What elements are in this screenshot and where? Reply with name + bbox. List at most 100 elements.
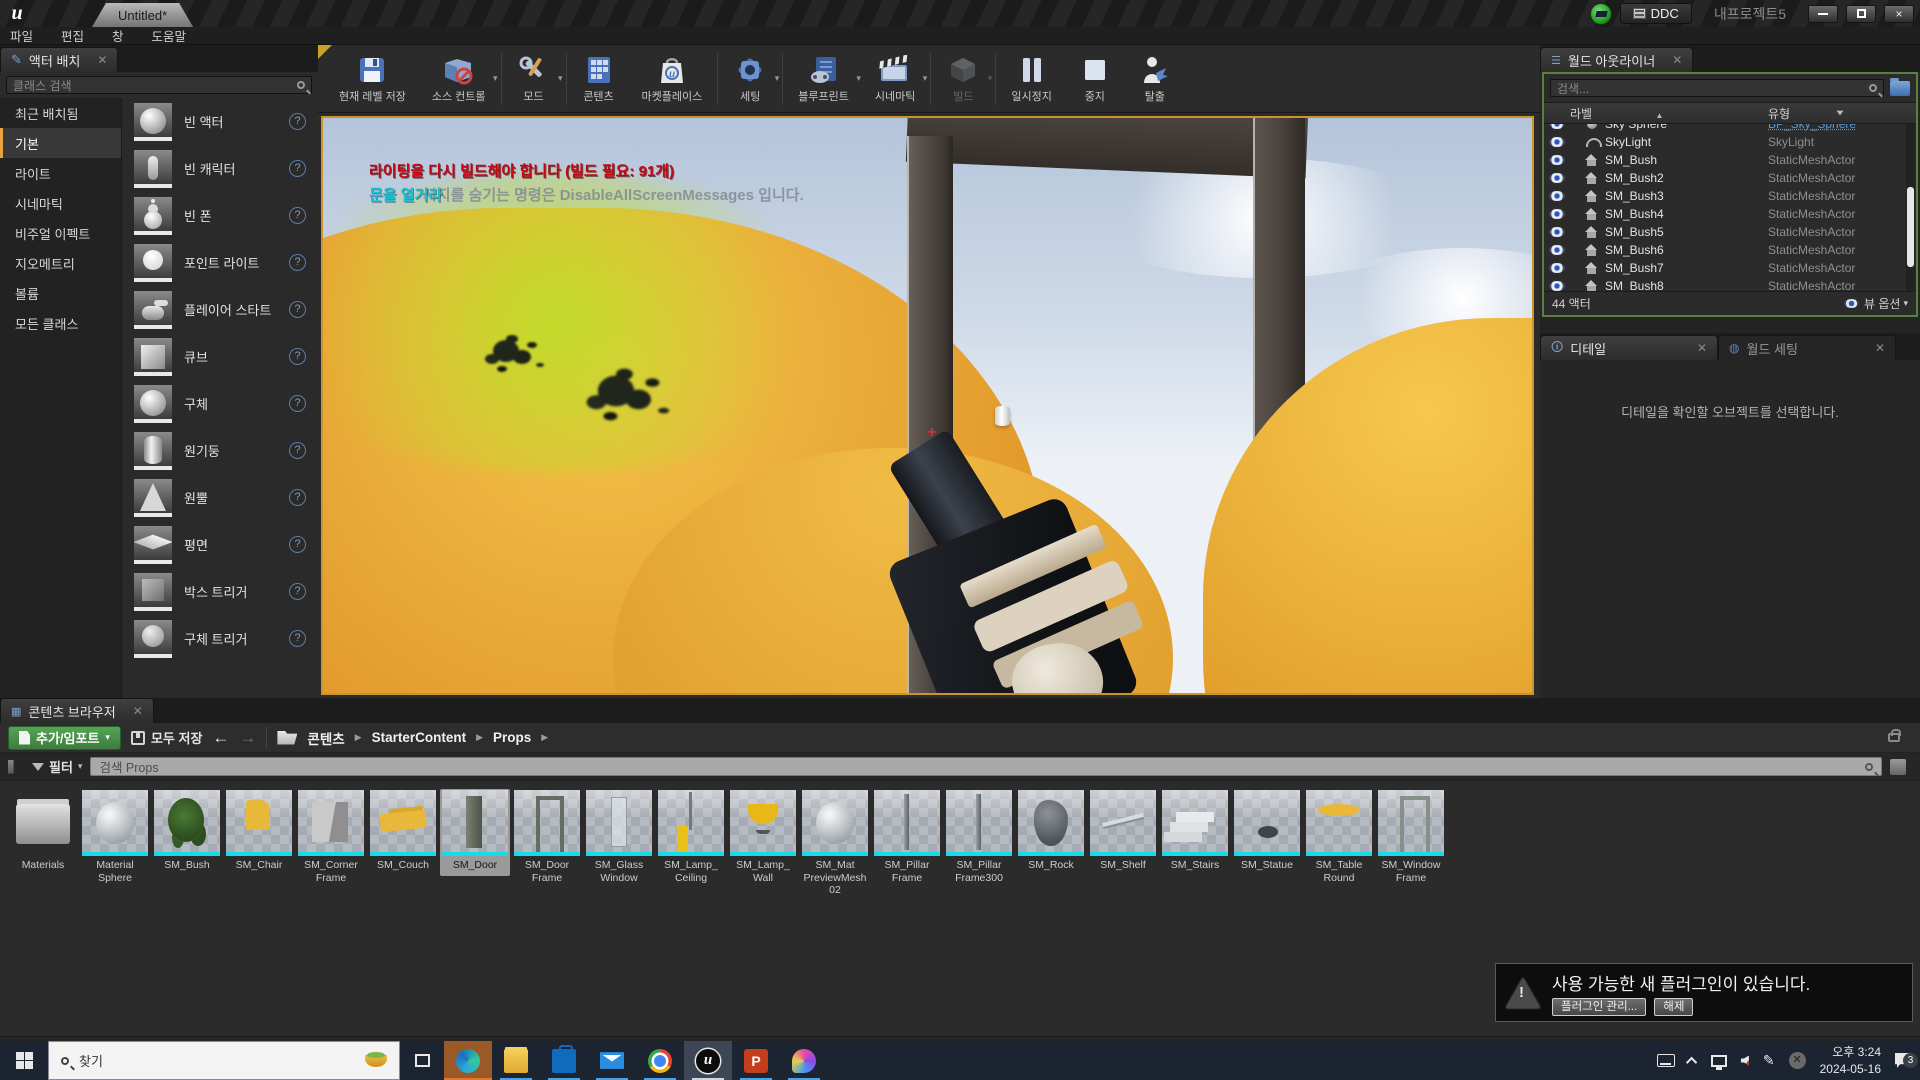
clock[interactable]: 오후 3:24 2024-05-16 bbox=[1820, 1044, 1881, 1076]
menu-item-도움말[interactable]: 도움말 bbox=[152, 26, 187, 45]
help-icon[interactable]: ? bbox=[289, 630, 306, 647]
visibility-eye-icon[interactable] bbox=[1549, 173, 1565, 183]
breadcrumb-StarterContent[interactable]: StarterContent bbox=[372, 730, 467, 745]
help-icon[interactable]: ? bbox=[289, 348, 306, 365]
close-button[interactable]: × bbox=[1884, 5, 1914, 23]
taskbar-search[interactable]: 찾기 bbox=[48, 1041, 400, 1080]
close-icon[interactable]: ✕ bbox=[97, 53, 107, 67]
chevron-down-icon[interactable]: ▾ bbox=[856, 73, 861, 84]
taskbar-app-mail[interactable] bbox=[588, 1041, 636, 1080]
tab-world-outliner[interactable]: ☰ 월드 아웃라이너 ✕ bbox=[1540, 47, 1693, 72]
restore-button[interactable] bbox=[1846, 5, 1876, 23]
place-actor-빈 캐릭터[interactable]: 빈 캐릭터? bbox=[122, 145, 318, 192]
close-icon[interactable]: ✕ bbox=[1672, 53, 1682, 67]
visibility-eye-icon[interactable] bbox=[1549, 263, 1565, 273]
outliner-row-SM_Bush7[interactable]: SM_Bush7StaticMeshActor bbox=[1544, 259, 1916, 277]
outliner-row-SM_Bush3[interactable]: SM_Bush3StaticMeshActor bbox=[1544, 187, 1916, 205]
help-icon[interactable]: ? bbox=[289, 442, 306, 459]
toolbar-save-button[interactable]: 현재 레벨 저장 bbox=[326, 48, 419, 110]
asset-SM_Lamp_-Wall[interactable]: SM_Lamp_ Wall bbox=[728, 789, 798, 888]
column-type[interactable]: 유형 bbox=[1768, 105, 1916, 122]
taskbar-app-chrome[interactable] bbox=[636, 1041, 684, 1080]
asset-Material-Sphere[interactable]: Material Sphere bbox=[80, 789, 150, 888]
asset-SM_Shelf[interactable]: SM_Shelf bbox=[1088, 789, 1158, 876]
visibility-eye-icon[interactable] bbox=[1549, 209, 1565, 219]
chevron-down-icon[interactable]: ▾ bbox=[558, 73, 563, 84]
taskbar-app-paint3d[interactable] bbox=[780, 1041, 828, 1080]
toolbar-content-button[interactable]: 콘텐츠 bbox=[569, 48, 629, 110]
outliner-row-SM_Bush2[interactable]: SM_Bush2StaticMeshActor bbox=[1544, 169, 1916, 187]
tutorial-icon[interactable] bbox=[1590, 3, 1612, 25]
place-actor-큐브[interactable]: 큐브? bbox=[122, 333, 318, 380]
place-actor-원기둥[interactable]: 원기둥? bbox=[122, 427, 318, 474]
asset-SM_Couch[interactable]: SM_Couch bbox=[368, 789, 438, 876]
tray-app-icon[interactable]: ✕ bbox=[1789, 1052, 1806, 1069]
tab-place-actors[interactable]: ✎ 액터 배치 ✕ bbox=[0, 47, 118, 72]
place-actor-구체 트리거[interactable]: 구체 트리거? bbox=[122, 615, 318, 662]
outliner-row-SM_Bush8[interactable]: SM_Bush8StaticMeshActor bbox=[1544, 277, 1916, 291]
place-actor-빈 액터[interactable]: 빈 액터? bbox=[122, 98, 318, 145]
asset-search-input[interactable]: 검색 Props bbox=[90, 757, 1882, 776]
lock-icon[interactable] bbox=[1888, 733, 1900, 742]
help-icon[interactable]: ? bbox=[289, 395, 306, 412]
asset-SM_Table-Round[interactable]: SM_Table Round bbox=[1304, 789, 1374, 888]
close-icon[interactable]: ✕ bbox=[1697, 341, 1707, 355]
place-actor-빈 폰[interactable]: 빈 폰? bbox=[122, 192, 318, 239]
pen-icon[interactable]: ✎ bbox=[1763, 1052, 1775, 1069]
asset-SM_Bush[interactable]: SM_Bush bbox=[152, 789, 222, 876]
outliner-scrollbar[interactable] bbox=[1906, 124, 1915, 291]
category-최근 배치됨[interactable]: 최근 배치됨 bbox=[0, 98, 121, 128]
minimize-button[interactable] bbox=[1808, 5, 1838, 23]
asset-SM_Window-Frame[interactable]: SM_Window Frame bbox=[1376, 789, 1446, 888]
taskbar-app-explorer[interactable] bbox=[492, 1041, 540, 1080]
back-button[interactable]: ← bbox=[212, 728, 229, 748]
place-actor-원뿔[interactable]: 원뿔? bbox=[122, 474, 318, 521]
ddc-button[interactable]: DDC bbox=[1620, 3, 1692, 24]
help-icon[interactable]: ? bbox=[289, 583, 306, 600]
taskbar-app-store[interactable] bbox=[540, 1041, 588, 1080]
chevron-down-icon[interactable]: ▾ bbox=[775, 73, 780, 84]
place-actor-박스 트리거[interactable]: 박스 트리거? bbox=[122, 568, 318, 615]
outliner-row-SM_Bush5[interactable]: SM_Bush5StaticMeshActor bbox=[1544, 223, 1916, 241]
toolbar-pause-button[interactable]: 일시정지 bbox=[998, 48, 1064, 110]
asset-SM_Glass-Window[interactable]: SM_Glass Window bbox=[584, 789, 654, 888]
category-볼륨[interactable]: 볼륨 bbox=[0, 278, 121, 308]
save-all-button[interactable]: 모두 저장 bbox=[131, 728, 202, 747]
toolbar-blueprints-button[interactable]: 블루프린트▾ bbox=[785, 48, 862, 110]
class-search-input[interactable]: 클래스 검색 bbox=[6, 76, 312, 94]
view-options-button[interactable]: 뷰 옵션▾ bbox=[1844, 295, 1908, 312]
asset-SM_Door[interactable]: SM_Door bbox=[440, 789, 510, 876]
help-icon[interactable]: ? bbox=[289, 489, 306, 506]
help-icon[interactable]: ? bbox=[289, 301, 306, 318]
outliner-row-SM_Bush6[interactable]: SM_Bush6StaticMeshActor bbox=[1544, 241, 1916, 259]
tab-details[interactable]: 🛈 디테일 ✕ bbox=[1540, 335, 1718, 360]
toolbar-source-control-button[interactable]: 소스 컨트롤▾ bbox=[419, 48, 499, 110]
toolbar-stop-button[interactable]: 중지 bbox=[1065, 48, 1125, 110]
toolbar-settings-button[interactable]: 세팅▾ bbox=[720, 48, 780, 110]
asset-SM_Corner-Frame[interactable]: SM_Corner Frame bbox=[296, 789, 366, 888]
visibility-eye-icon[interactable] bbox=[1549, 227, 1565, 237]
help-icon[interactable]: ? bbox=[289, 254, 306, 271]
level-tab[interactable]: Untitled* bbox=[92, 3, 193, 27]
place-actor-플레이어 스타트[interactable]: 플레이어 스타트? bbox=[122, 286, 318, 333]
close-icon[interactable]: ✕ bbox=[1875, 341, 1885, 355]
outliner-search-input[interactable]: 검색... bbox=[1550, 79, 1884, 97]
visibility-eye-icon[interactable] bbox=[1549, 281, 1565, 291]
saved-search-icon[interactable] bbox=[1890, 759, 1906, 775]
category-지오메트리[interactable]: 지오메트리 bbox=[0, 248, 121, 278]
asset-Materials[interactable]: Materials bbox=[8, 789, 78, 876]
level-viewport[interactable]: + 라이팅을 다시 빌드해야 합니다 (빌드 필요: 91개) 시지를 숨기는 … bbox=[321, 116, 1534, 695]
forward-button[interactable]: → bbox=[239, 728, 256, 748]
network-icon[interactable] bbox=[1711, 1055, 1727, 1067]
asset-SM_Statue[interactable]: SM_Statue bbox=[1232, 789, 1302, 876]
help-icon[interactable]: ? bbox=[289, 207, 306, 224]
asset-SM_Pillar-Frame300[interactable]: SM_Pillar Frame300 bbox=[944, 789, 1014, 888]
tray-expand-icon[interactable] bbox=[1686, 1056, 1697, 1067]
manage-plugins-button[interactable]: 플러그인 관리... bbox=[1552, 998, 1646, 1016]
add-import-button[interactable]: 추가/임포트 ▾ bbox=[8, 726, 121, 750]
taskbar-app-powerpoint[interactable]: P bbox=[732, 1041, 780, 1080]
type-filter-icon[interactable] bbox=[1836, 111, 1843, 116]
help-icon[interactable]: ? bbox=[289, 113, 306, 130]
breadcrumb-콘텐츠[interactable]: 콘텐츠 bbox=[307, 728, 344, 748]
visibility-eye-icon[interactable] bbox=[1549, 245, 1565, 255]
